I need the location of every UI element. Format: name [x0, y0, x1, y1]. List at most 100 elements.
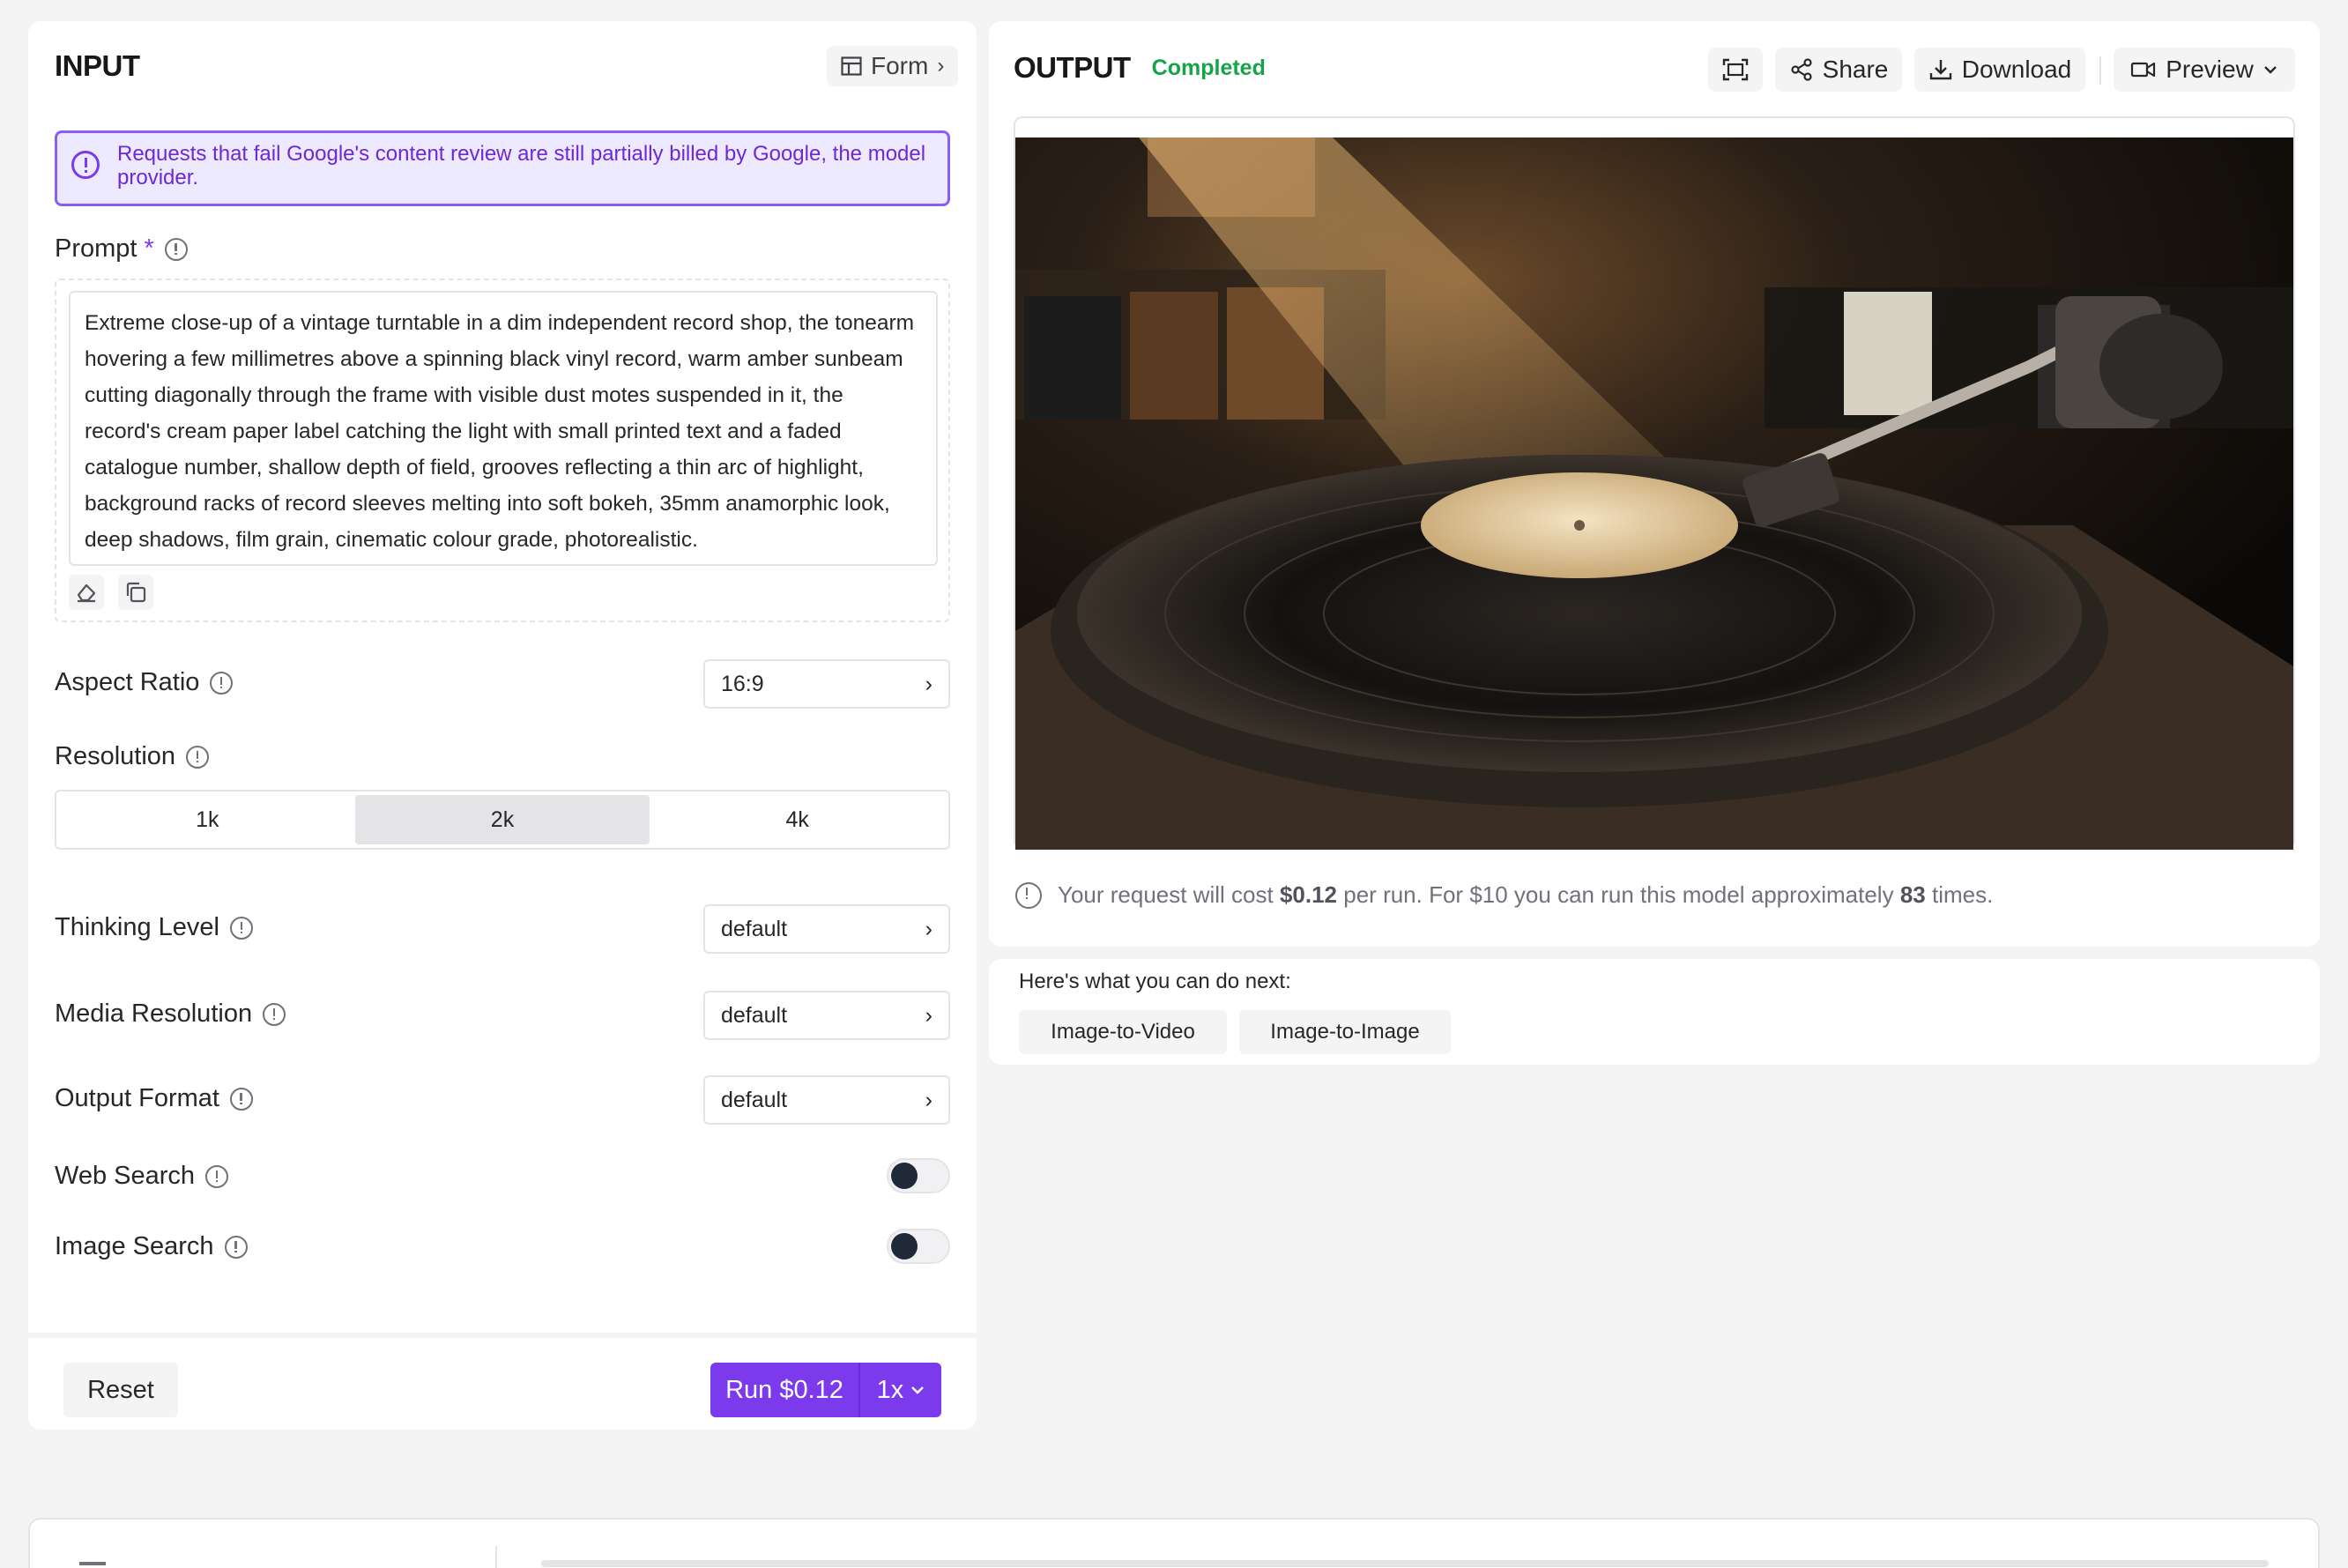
share-label: Share	[1822, 56, 1889, 83]
prompt-label: Prompt *	[55, 234, 188, 264]
chevron-right-icon: ›	[925, 1087, 933, 1112]
cost-runs: 83	[1899, 881, 1926, 908]
cost-prefix: Your request will cost	[1058, 881, 1274, 908]
output-image-frame	[1014, 116, 2295, 850]
thinking-level-select[interactable]: default ›	[703, 904, 950, 954]
form-view-label: Form	[871, 52, 929, 79]
cost-middle: per run. For $10 you can run this model …	[1343, 881, 1894, 908]
billing-alert: Requests that fail Google's content revi…	[55, 130, 950, 206]
media-resolution-select[interactable]: default ›	[703, 991, 950, 1040]
copy-icon	[126, 582, 146, 603]
input-title: INPUT	[55, 49, 140, 82]
resolution-segmented-control: 1k 2k 4k	[55, 790, 950, 850]
preview-dropdown[interactable]: Preview	[2114, 48, 2295, 92]
run-multiplier-dropdown[interactable]: 1x	[860, 1363, 941, 1417]
chevron-right-icon: ›	[925, 1002, 933, 1028]
info-icon[interactable]	[164, 237, 188, 261]
cost-price: $0.12	[1279, 881, 1338, 908]
generated-image[interactable]	[1015, 137, 2293, 850]
preview-label: Preview	[2166, 56, 2254, 83]
info-icon[interactable]	[186, 745, 210, 769]
thinking-level-value: default	[721, 916, 788, 941]
aspect-ratio-value: 16:9	[721, 671, 764, 696]
chevron-right-icon: ›	[937, 54, 945, 78]
resolution-label: Resolution	[55, 742, 210, 771]
prompt-container: Extreme close-up of a vintage turntable …	[55, 279, 950, 622]
fullscreen-icon	[1722, 58, 1749, 81]
thinking-level-label-text: Thinking Level	[55, 913, 219, 941]
form-view-button[interactable]: Form ›	[827, 46, 959, 86]
turntable-illustration	[1015, 137, 2293, 850]
image-search-toggle[interactable]	[887, 1229, 950, 1264]
info-icon	[1015, 881, 1042, 909]
resolution-option-4k[interactable]: 4k	[650, 795, 945, 844]
fullscreen-button[interactable]	[1708, 48, 1763, 92]
share-button[interactable]: Share	[1775, 48, 1902, 92]
run-button-group: Run $0.12 1x	[710, 1363, 941, 1417]
info-icon[interactable]	[224, 1235, 248, 1259]
toggle-knob	[891, 1233, 918, 1260]
billing-alert-text: Requests that fail Google's content revi…	[117, 142, 926, 189]
aspect-ratio-label: Aspect Ratio	[55, 668, 234, 697]
reset-button[interactable]: Reset	[63, 1363, 178, 1417]
web-search-label-text: Web Search	[55, 1162, 196, 1190]
image-search-label-text: Image Search	[55, 1232, 214, 1260]
aspect-ratio-select[interactable]: 16:9 ›	[703, 659, 950, 709]
run-button[interactable]: Run $0.12	[710, 1363, 860, 1417]
image-search-label: Image Search	[55, 1232, 248, 1261]
output-header: OUTPUT Completed	[1014, 51, 1266, 85]
run-multiplier-value: 1x	[876, 1375, 904, 1404]
next-actions-heading: Here's what you can do next:	[1019, 970, 1291, 993]
input-footer: Reset Run $0.12 1x	[28, 1333, 977, 1430]
chevron-right-icon: ›	[925, 671, 933, 696]
resolution-label-text: Resolution	[55, 742, 176, 770]
chevron-down-icon	[911, 1386, 925, 1394]
thinking-level-label: Thinking Level	[55, 913, 253, 942]
media-resolution-label: Media Resolution	[55, 1000, 286, 1029]
info-icon[interactable]	[230, 916, 253, 940]
copy-prompt-button[interactable]	[118, 575, 153, 610]
input-panel: INPUT Form › Requests that fail Google's…	[28, 21, 977, 1430]
image-to-video-button[interactable]: Image-to-Video	[1019, 1010, 1227, 1054]
collapse-icon[interactable]	[79, 1562, 106, 1565]
prompt-label-text: Prompt	[55, 234, 137, 263]
toolbar-divider	[2099, 56, 2101, 85]
clear-prompt-button[interactable]	[69, 575, 104, 610]
output-title: OUTPUT	[1014, 51, 1131, 84]
image-to-image-button[interactable]: Image-to-Image	[1239, 1010, 1451, 1054]
required-mark: *	[144, 234, 154, 263]
video-camera-icon	[2131, 62, 2156, 78]
chevron-down-icon	[2263, 66, 2277, 74]
alert-info-icon	[71, 151, 100, 179]
output-format-select[interactable]: default ›	[703, 1075, 950, 1125]
info-icon[interactable]	[210, 671, 234, 695]
prompt-textarea[interactable]: Extreme close-up of a vintage turntable …	[69, 291, 938, 566]
status-badge: Completed	[1151, 55, 1266, 80]
web-search-label: Web Search	[55, 1162, 229, 1191]
download-button[interactable]: Download	[1914, 48, 2085, 92]
output-format-label-text: Output Format	[55, 1084, 219, 1112]
info-icon[interactable]	[229, 1087, 253, 1111]
download-label: Download	[1961, 56, 2072, 83]
media-resolution-value: default	[721, 1002, 788, 1028]
bottom-divider	[495, 1546, 497, 1568]
output-format-label: Output Format	[55, 1084, 253, 1113]
cost-text: Your request will cost $0.12 per run. Fo…	[1058, 881, 1993, 909]
web-search-toggle[interactable]	[887, 1158, 950, 1193]
eraser-icon	[77, 583, 96, 603]
cost-estimate: Your request will cost $0.12 per run. Fo…	[1015, 881, 1993, 909]
bottom-panel	[28, 1518, 2320, 1568]
download-icon	[1929, 60, 1951, 80]
media-resolution-label-text: Media Resolution	[55, 1000, 253, 1028]
resolution-option-1k[interactable]: 1k	[60, 795, 355, 844]
resolution-option-2k[interactable]: 2k	[354, 795, 650, 844]
aspect-ratio-label-text: Aspect Ratio	[55, 668, 200, 696]
share-icon	[1791, 58, 1812, 81]
table-icon	[841, 56, 862, 76]
info-icon[interactable]	[205, 1164, 229, 1188]
info-icon[interactable]	[263, 1002, 286, 1026]
output-format-value: default	[721, 1087, 788, 1112]
output-panel: OUTPUT Completed Share Download Preview	[989, 21, 2320, 947]
toggle-knob	[891, 1163, 918, 1189]
next-actions-panel: Here's what you can do next: Image-to-Vi…	[989, 959, 2320, 1065]
